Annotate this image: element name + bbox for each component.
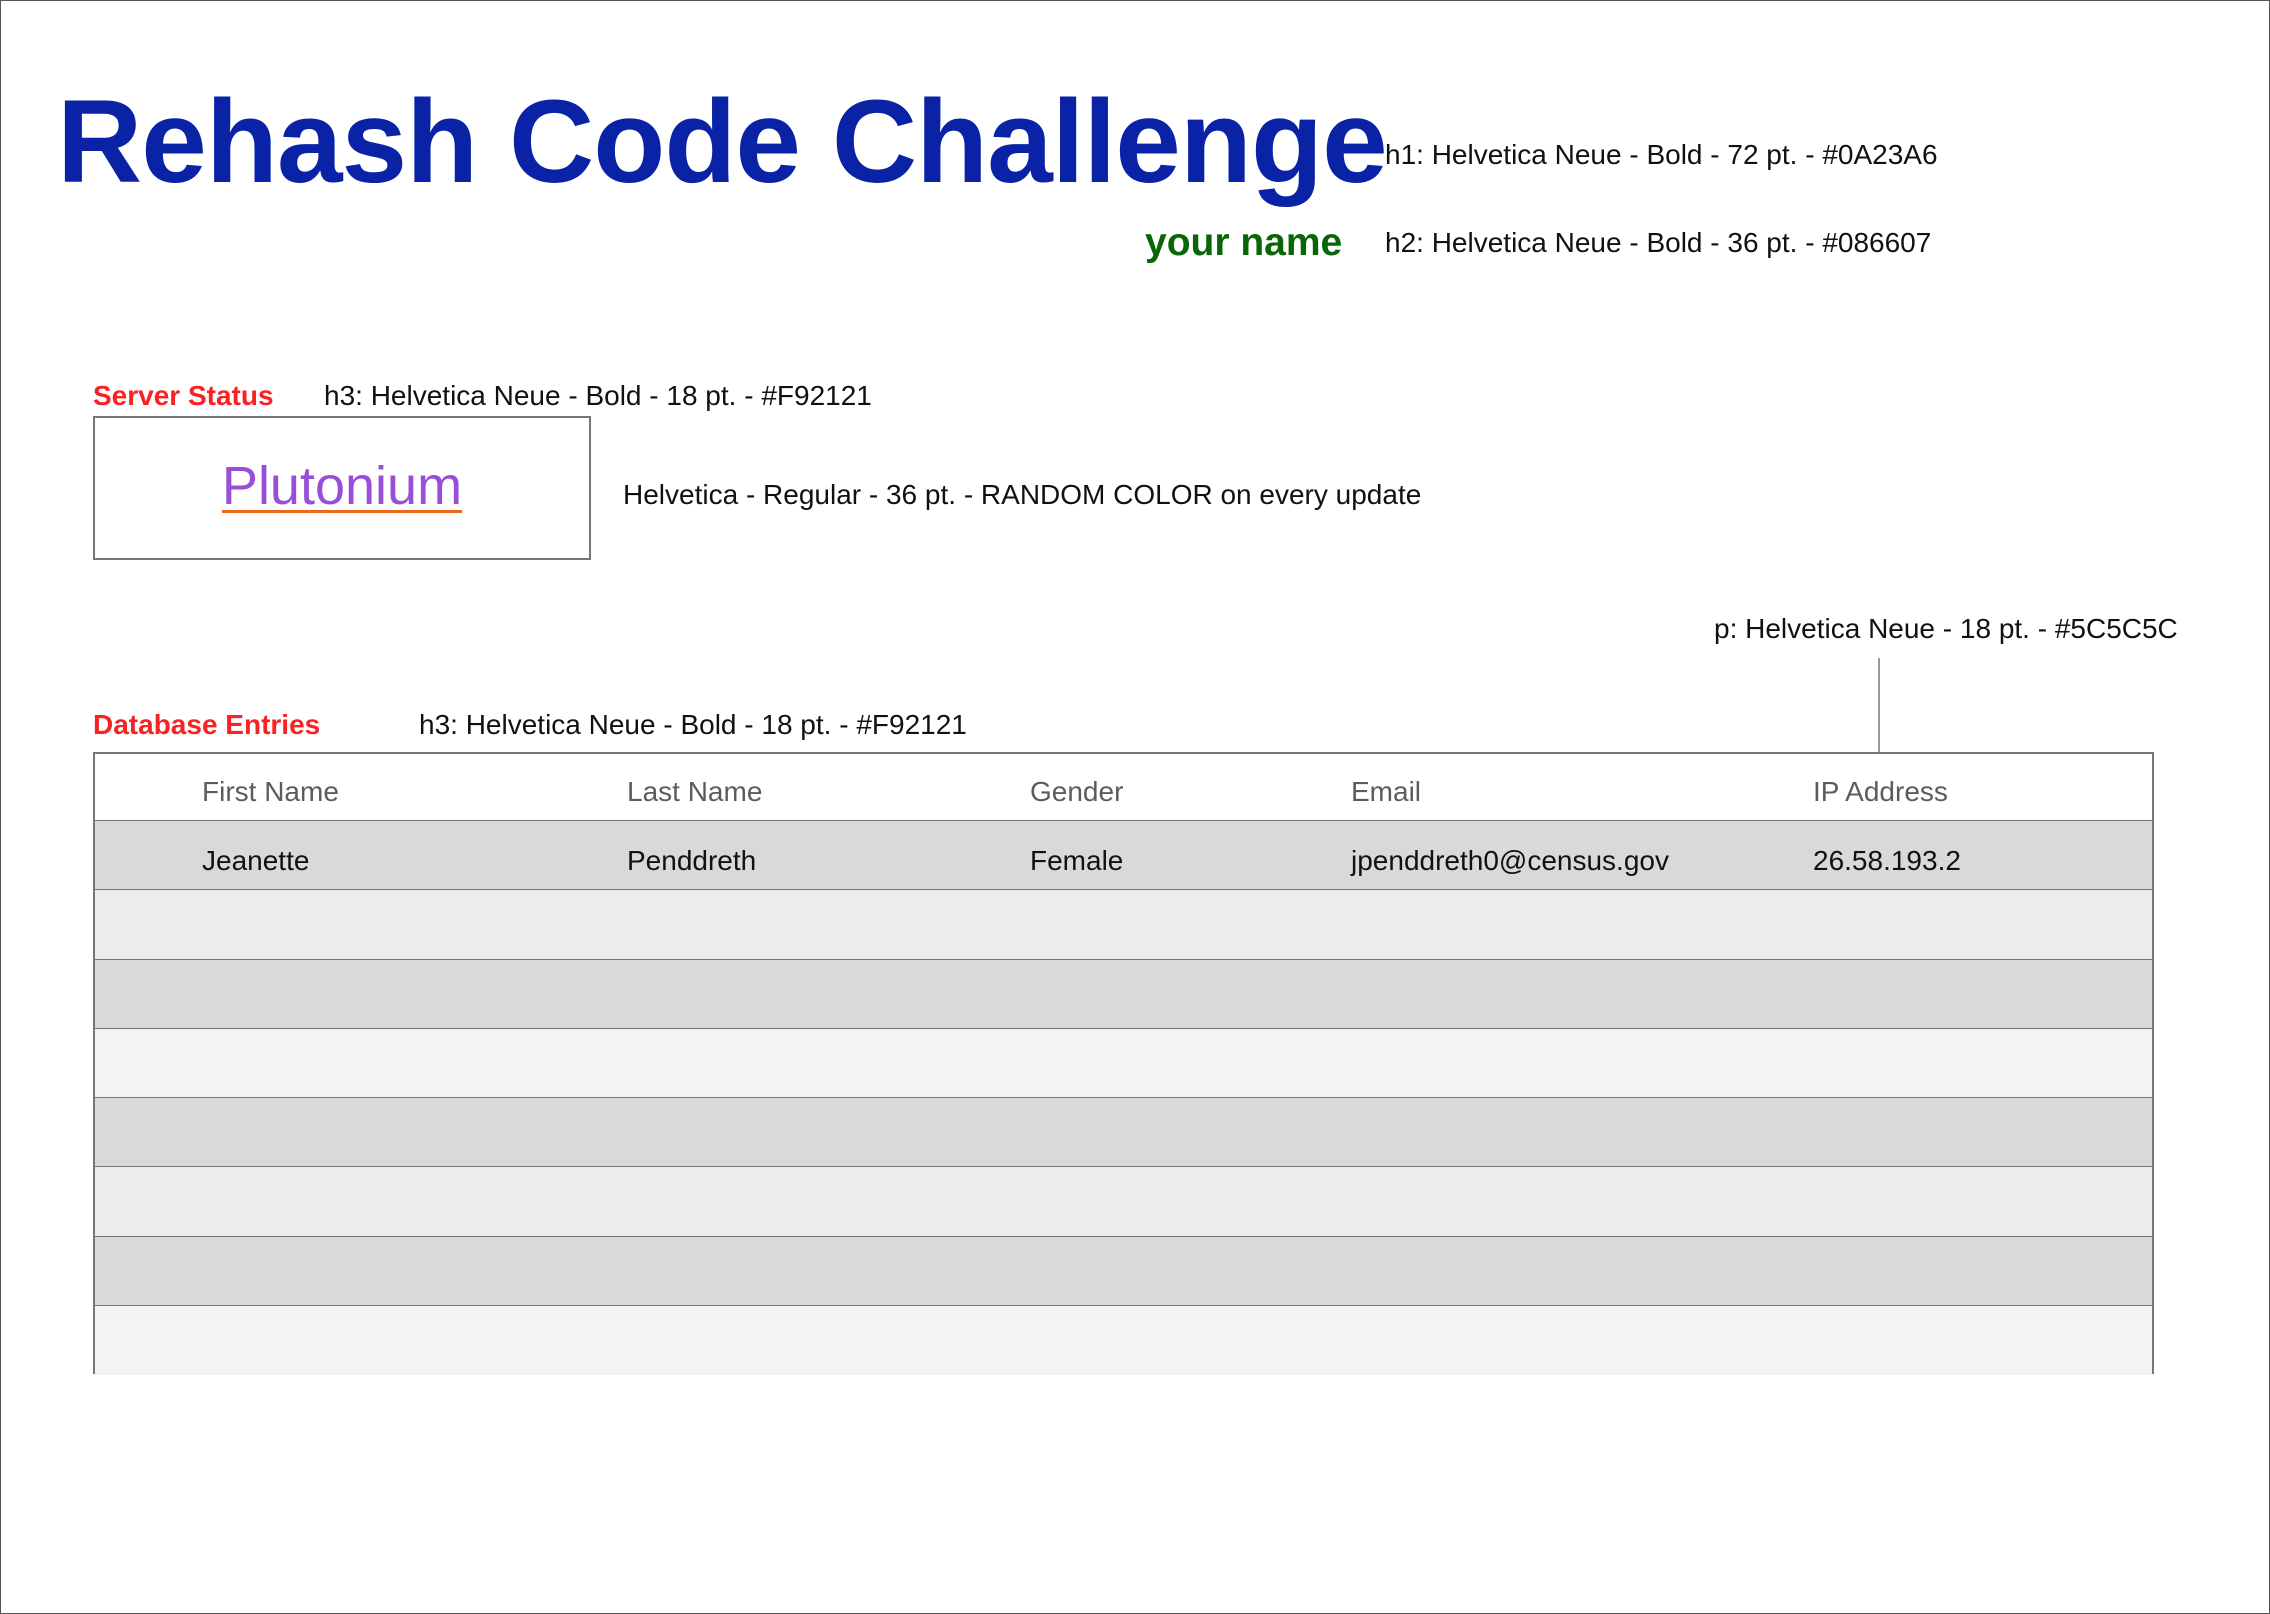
h3-annotation-server: h3: Helvetica Neue - Bold - 18 pt. - #F9… [324, 380, 872, 411]
column-header-gender: Gender [1030, 776, 1124, 807]
server-status-heading: Server Status [93, 380, 274, 411]
table-cell-last-name: Penddreth [627, 845, 757, 876]
page-title: Rehash Code Challenge [57, 76, 1388, 208]
table-cell-first-name: Jeanette [202, 845, 310, 876]
p-annotation: p: Helvetica Neue - 18 pt. - #5C5C5C [1714, 613, 2178, 644]
table-cell-email: jpenddreth0@census.gov [1351, 845, 1669, 876]
table-row[interactable] [95, 1028, 2152, 1098]
server-status-box: Plutonium [93, 416, 591, 560]
database-table: First Name Last Name Gender Email IP Add… [93, 752, 2154, 1375]
table-header-row: First Name Last Name Gender Email IP Add… [95, 754, 2152, 821]
column-header-first-name: First Name [202, 776, 339, 807]
table-row[interactable] [95, 1305, 2152, 1375]
h3-annotation-db: h3: Helvetica Neue - Bold - 18 pt. - #F9… [419, 709, 967, 740]
table-row[interactable] [95, 1236, 2152, 1306]
table-row[interactable] [95, 1167, 2152, 1237]
column-header-last-name: Last Name [627, 776, 763, 807]
table-cell-ip-address: 26.58.193.2 [1813, 845, 1961, 876]
h1-annotation: h1: Helvetica Neue - Bold - 72 pt. - #0A… [1385, 139, 1938, 170]
column-header-email: Email [1351, 776, 1422, 807]
table-row[interactable] [95, 959, 2152, 1029]
h2-annotation: h2: Helvetica Neue - Bold - 36 pt. - #08… [1385, 227, 1932, 258]
table-row[interactable] [95, 1098, 2152, 1168]
table-row[interactable]: Jeanette Penddreth Female jpenddreth0@censu… [95, 821, 2152, 891]
table-cell-gender: Female [1030, 845, 1124, 876]
status-annotation: Helvetica - Regular - 36 pt. - RANDOM CO… [623, 479, 1422, 510]
database-entries-heading: Database Entries [93, 709, 321, 740]
table-row[interactable] [95, 890, 2152, 960]
server-status-value: Plutonium [221, 456, 463, 516]
author-name: your name [1145, 221, 1343, 264]
column-header-ip-address: IP Address [1813, 776, 1948, 807]
